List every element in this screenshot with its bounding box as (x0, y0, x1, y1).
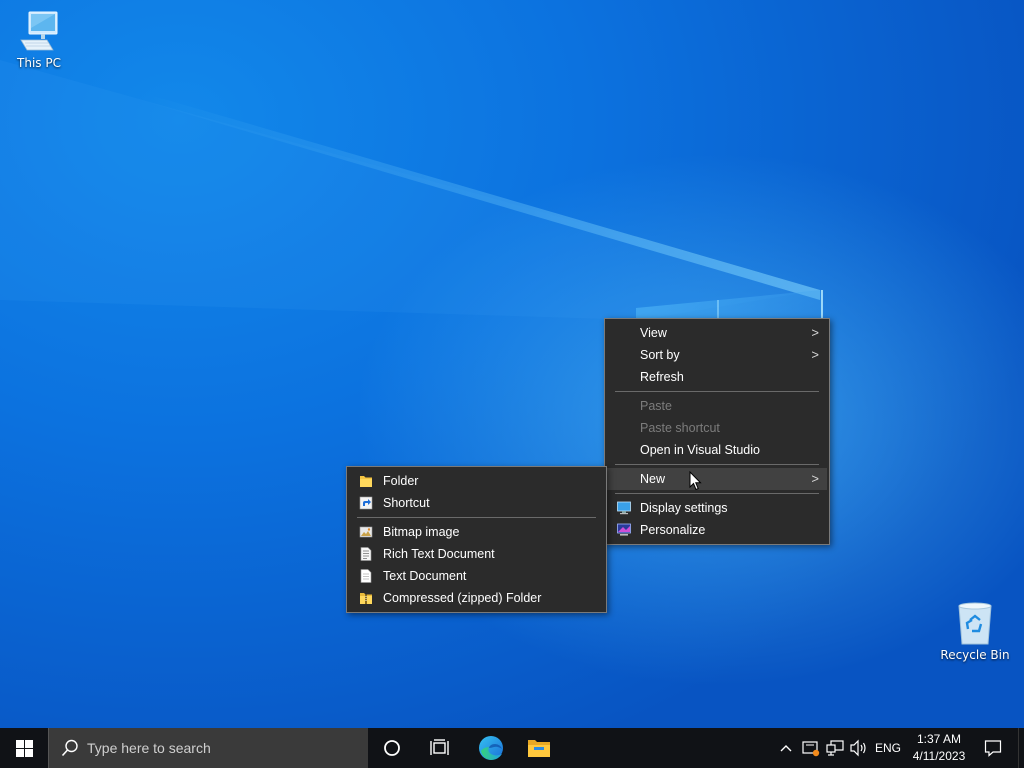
edge-icon (479, 736, 503, 760)
text-document-icon (360, 569, 372, 583)
desktop-icon-label: Recycle Bin (940, 648, 1010, 662)
menu-item-view[interactable]: View > (607, 322, 827, 344)
menu-item-label: Compressed (zipped) Folder (383, 591, 542, 605)
menu-separator (615, 391, 819, 392)
cortana-button[interactable] (372, 728, 412, 768)
display-settings-icon (617, 501, 631, 515)
action-center-button[interactable] (978, 728, 1008, 768)
new-item-bitmap[interactable]: Bitmap image (349, 521, 604, 543)
task-view-button[interactable] (420, 728, 460, 768)
new-item-shortcut[interactable]: Shortcut (349, 492, 604, 514)
network-button[interactable] (824, 728, 846, 768)
menu-item-label: View (640, 326, 667, 340)
mouse-pointer-icon (689, 471, 702, 491)
menu-item-label: Display settings (640, 501, 728, 515)
task-view-icon (430, 739, 449, 755)
windows-logo-icon (15, 739, 33, 757)
clock-time: 1:37 AM (916, 732, 962, 746)
menu-item-new[interactable]: New > (607, 468, 827, 490)
menu-item-label: Open in Visual Studio (640, 443, 760, 457)
menu-item-label: Shortcut (383, 496, 430, 510)
this-pc-icon (20, 11, 58, 51)
new-submenu: Folder Shortcut Bitmap image Rich Text D… (346, 466, 607, 613)
show-hidden-icons-button[interactable] (776, 728, 796, 768)
tray-security-button[interactable] (800, 728, 822, 768)
file-explorer-icon (528, 740, 550, 757)
menu-item-label: Paste shortcut (640, 421, 720, 435)
search-icon (61, 739, 78, 757)
menu-item-label: Rich Text Document (383, 547, 495, 561)
chevron-right-icon: > (811, 471, 819, 486)
desktop[interactable]: This PC Recycle Bin View > Sort by > Ref… (0, 0, 1024, 728)
chevron-right-icon: > (811, 325, 819, 340)
menu-item-sort-by[interactable]: Sort by > (607, 344, 827, 366)
new-item-text-document[interactable]: Text Document (349, 565, 604, 587)
menu-separator (357, 517, 596, 518)
personalize-icon (617, 523, 631, 536)
desktop-context-menu: View > Sort by > Refresh Paste Paste sho… (604, 318, 830, 545)
new-item-compressed-folder[interactable]: Compressed (zipped) Folder (349, 587, 604, 609)
desktop-icon-recycle-bin[interactable]: Recycle Bin (938, 600, 1012, 662)
menu-item-label: Personalize (640, 523, 706, 537)
shortcut-icon (359, 496, 373, 510)
windows-security-icon (802, 741, 820, 757)
bitmap-icon (359, 526, 373, 538)
taskbar-search-box[interactable] (48, 728, 368, 768)
recycle-bin-icon (958, 602, 992, 645)
chevron-right-icon: > (811, 347, 819, 362)
menu-separator (615, 464, 819, 465)
taskbar: ENG 1:37 AM 4/11/2023 (0, 728, 1024, 768)
show-desktop-button[interactable] (1018, 728, 1024, 768)
file-explorer-taskbar-button[interactable] (518, 728, 560, 768)
wallpaper-light-beams (0, 60, 823, 470)
menu-item-label: New (640, 472, 666, 486)
menu-separator (615, 493, 819, 494)
chevron-up-icon (780, 745, 792, 752)
desktop-icon-label: This PC (17, 56, 61, 70)
menu-item-label: Folder (383, 474, 419, 488)
menu-item-paste-shortcut: Paste shortcut (607, 417, 827, 439)
notification-icon (984, 740, 1002, 757)
folder-icon (360, 476, 372, 487)
rich-text-icon (360, 547, 372, 561)
language-label: ENG (874, 741, 901, 755)
cortana-icon (384, 740, 400, 756)
menu-item-display-settings[interactable]: Display settings (607, 497, 827, 519)
new-item-folder[interactable]: Folder (349, 470, 604, 492)
menu-item-label: Sort by (640, 348, 680, 362)
menu-item-label: Paste (640, 399, 672, 413)
edge-taskbar-button[interactable] (470, 728, 512, 768)
menu-item-paste: Paste (607, 395, 827, 417)
menu-item-label: Refresh (640, 370, 684, 384)
volume-button[interactable] (848, 728, 870, 768)
search-input[interactable] (87, 740, 347, 756)
menu-item-label: Bitmap image (383, 525, 460, 539)
new-item-rich-text-document[interactable]: Rich Text Document (349, 543, 604, 565)
input-language-indicator[interactable]: ENG (872, 728, 904, 768)
menu-item-personalize[interactable]: Personalize (607, 519, 827, 541)
menu-item-open-in-visual-studio[interactable]: Open in Visual Studio (607, 439, 827, 461)
network-icon (826, 740, 844, 756)
menu-item-label: Text Document (383, 569, 467, 583)
clock-date: 4/11/2023 (912, 749, 966, 763)
zip-folder-icon (360, 593, 372, 604)
speaker-icon (850, 739, 866, 757)
start-button[interactable] (0, 728, 48, 768)
clock[interactable]: 1:37 AM 4/11/2023 (906, 731, 972, 765)
menu-item-refresh[interactable]: Refresh (607, 366, 827, 388)
desktop-icon-this-pc[interactable]: This PC (2, 10, 76, 70)
